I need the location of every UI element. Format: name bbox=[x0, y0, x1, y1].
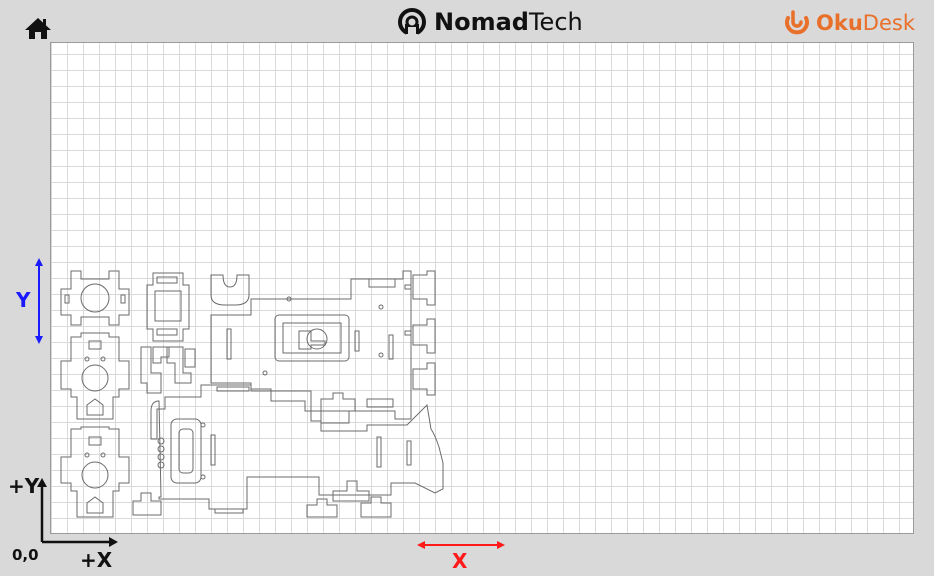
part-chassis bbox=[150, 384, 444, 514]
home-icon[interactable] bbox=[24, 16, 52, 40]
plus-y-label: +Y bbox=[8, 474, 40, 498]
okudesk-brand: Oku Desk bbox=[782, 6, 915, 40]
origin-axes-icon bbox=[37, 478, 118, 547]
okudesk-logo-icon bbox=[785, 10, 809, 35]
part-plate-top bbox=[60, 270, 130, 326]
part-side-tabs bbox=[404, 270, 436, 396]
okudesk-brand-light: Desk bbox=[862, 11, 915, 35]
part-clip-top bbox=[210, 274, 250, 306]
part-small-tabs bbox=[132, 392, 392, 518]
origin-label: 0,0 bbox=[12, 546, 39, 564]
part-plate-mid bbox=[60, 332, 130, 420]
part-hook-left bbox=[140, 346, 196, 394]
work-bed[interactable] bbox=[50, 42, 914, 534]
nomadtech-brand: Nomad Tech bbox=[396, 4, 583, 40]
plus-x-label: +X bbox=[80, 548, 113, 572]
cut-parts bbox=[60, 270, 444, 518]
nomadtech-logo-icon bbox=[398, 8, 426, 36]
okudesk-brand-bold: Oku bbox=[816, 11, 863, 35]
nomadtech-brand-light: Tech bbox=[528, 8, 583, 36]
part-frame-square bbox=[146, 272, 190, 342]
nomadtech-brand-bold: Nomad bbox=[434, 8, 529, 36]
y-axis-arrow-icon bbox=[35, 258, 43, 344]
y-axis-label: Y bbox=[16, 288, 31, 312]
x-axis-label: X bbox=[452, 549, 468, 573]
